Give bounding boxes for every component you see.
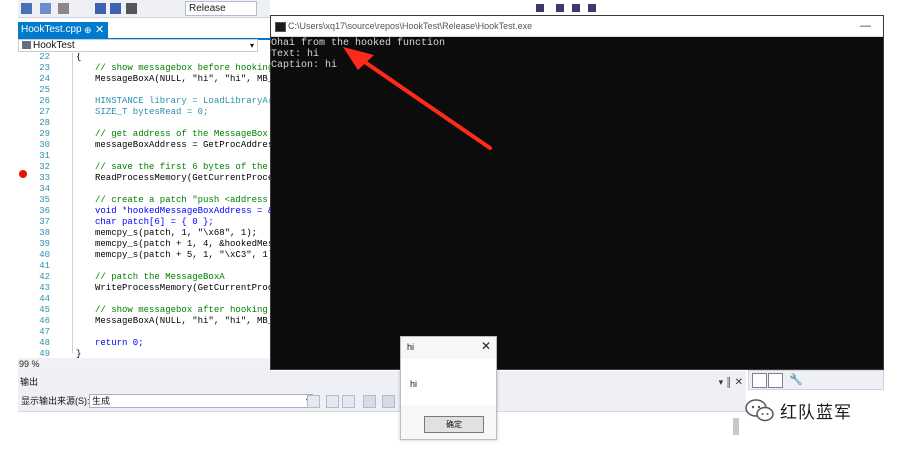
word-wrap-icon[interactable] [382, 395, 395, 408]
output-body[interactable] [18, 412, 746, 435]
wrench-icon[interactable]: 🔧 [789, 373, 803, 386]
find-icon[interactable] [342, 395, 355, 408]
close-icon[interactable]: ✕ [481, 339, 491, 353]
watermark-text: 红队蓝军 [780, 403, 852, 422]
next-message-icon[interactable] [326, 395, 339, 408]
output-source-value: 生成 [92, 396, 111, 406]
wechat-icon [745, 399, 774, 422]
scrollbar[interactable] [733, 418, 739, 435]
message-box[interactable]: hi ✕ hi 确定 [400, 336, 497, 440]
output-source-select[interactable]: 生成 ▾ [89, 394, 313, 408]
close-icon[interactable]: ✕ [735, 375, 743, 390]
message-text: hi [410, 379, 418, 389]
output-toolbar: 显示输出来源(S): 生成 ▾ [18, 390, 746, 412]
clear-all-icon[interactable] [363, 395, 376, 408]
prev-message-icon[interactable] [307, 395, 320, 408]
side-panel-toolbar: 🔧 [748, 370, 884, 390]
pin-icon[interactable]: ▾ ║ [719, 375, 732, 390]
ok-button[interactable]: 确定 [424, 416, 484, 433]
message-box-title: hi [407, 342, 415, 352]
output-titlebar: 输出 ▾ ║ ✕ [18, 375, 746, 390]
sort-icon[interactable] [768, 373, 783, 388]
output-title: 输出 [20, 377, 39, 387]
output-source-label: 显示输出来源(S): [21, 396, 90, 406]
watermark: 红队蓝军 [745, 395, 885, 425]
properties-icon[interactable] [752, 373, 767, 388]
